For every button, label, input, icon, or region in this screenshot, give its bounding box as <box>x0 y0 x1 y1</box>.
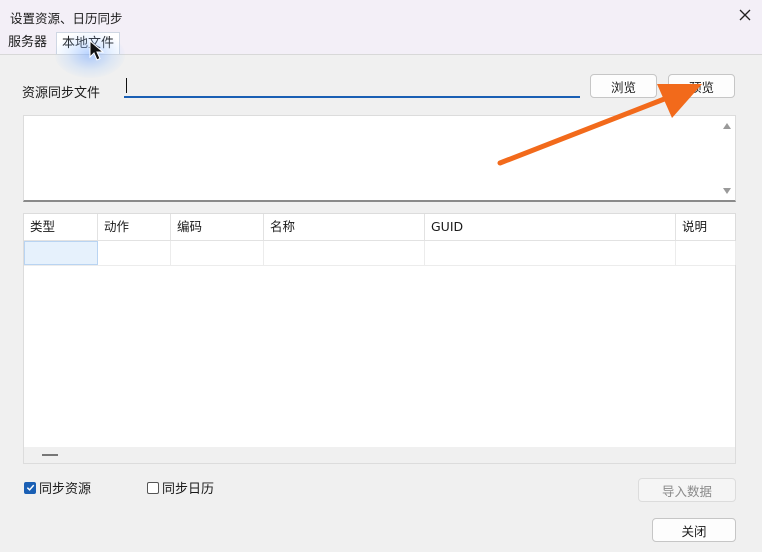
checkbox-unchecked[interactable] <box>147 481 159 494</box>
preview-text-area[interactable] <box>23 115 736 202</box>
import-data-button[interactable]: 导入数据 <box>638 478 736 502</box>
browse-button[interactable]: 浏览 <box>590 74 657 98</box>
column-header-guid[interactable]: GUID <box>425 214 676 240</box>
close-button[interactable]: 关闭 <box>652 518 736 542</box>
sync-calendar-label: 同步日历 <box>162 482 215 497</box>
grid-horizontal-scrollbar[interactable] <box>24 447 735 463</box>
table-row[interactable] <box>24 241 736 266</box>
grid-cell[interactable] <box>676 241 736 265</box>
close-icon <box>739 9 751 21</box>
scrollbar-thumb[interactable] <box>42 454 58 456</box>
grid-cell[interactable] <box>264 241 425 265</box>
resource-file-input[interactable] <box>124 76 580 98</box>
scroll-down-icon[interactable] <box>723 188 731 194</box>
column-header-name[interactable]: 名称 <box>264 214 425 240</box>
sync-resources-checkbox[interactable]: 同步资源 <box>24 478 91 497</box>
sync-calendar-checkbox[interactable]: 同步日历 <box>147 478 214 497</box>
text-caret <box>126 78 127 93</box>
preview-vertical-scrollbar[interactable] <box>719 116 735 200</box>
resource-file-label: 资源同步文件 <box>22 86 101 101</box>
preview-button[interactable]: 预览 <box>668 74 735 98</box>
column-header-description[interactable]: 说明 <box>676 214 736 240</box>
checkmark-icon <box>26 484 34 491</box>
mouse-pointer-icon <box>89 40 105 61</box>
grid-header: 类型 动作 编码 名称 GUID 说明 <box>24 214 735 241</box>
column-header-action[interactable]: 动作 <box>98 214 171 240</box>
column-header-type[interactable]: 类型 <box>24 214 98 240</box>
checkbox-checked[interactable] <box>24 481 36 494</box>
tab-strip: 服务器 本地文件 <box>0 32 762 55</box>
data-grid[interactable]: 类型 动作 编码 名称 GUID 说明 <box>23 213 736 464</box>
sync-resources-label: 同步资源 <box>39 482 92 497</box>
grid-cell-selected[interactable] <box>24 241 98 265</box>
grid-cell[interactable] <box>425 241 676 265</box>
scroll-up-icon[interactable] <box>723 123 731 129</box>
title-bar: 设置资源、日历同步 <box>0 0 762 32</box>
tab-server[interactable]: 服务器 <box>3 32 55 54</box>
grid-cell[interactable] <box>171 241 264 265</box>
window-title: 设置资源、日历同步 <box>10 11 123 26</box>
grid-cell[interactable] <box>98 241 171 265</box>
window-close-button[interactable] <box>734 4 756 26</box>
column-header-code[interactable]: 编码 <box>171 214 264 240</box>
